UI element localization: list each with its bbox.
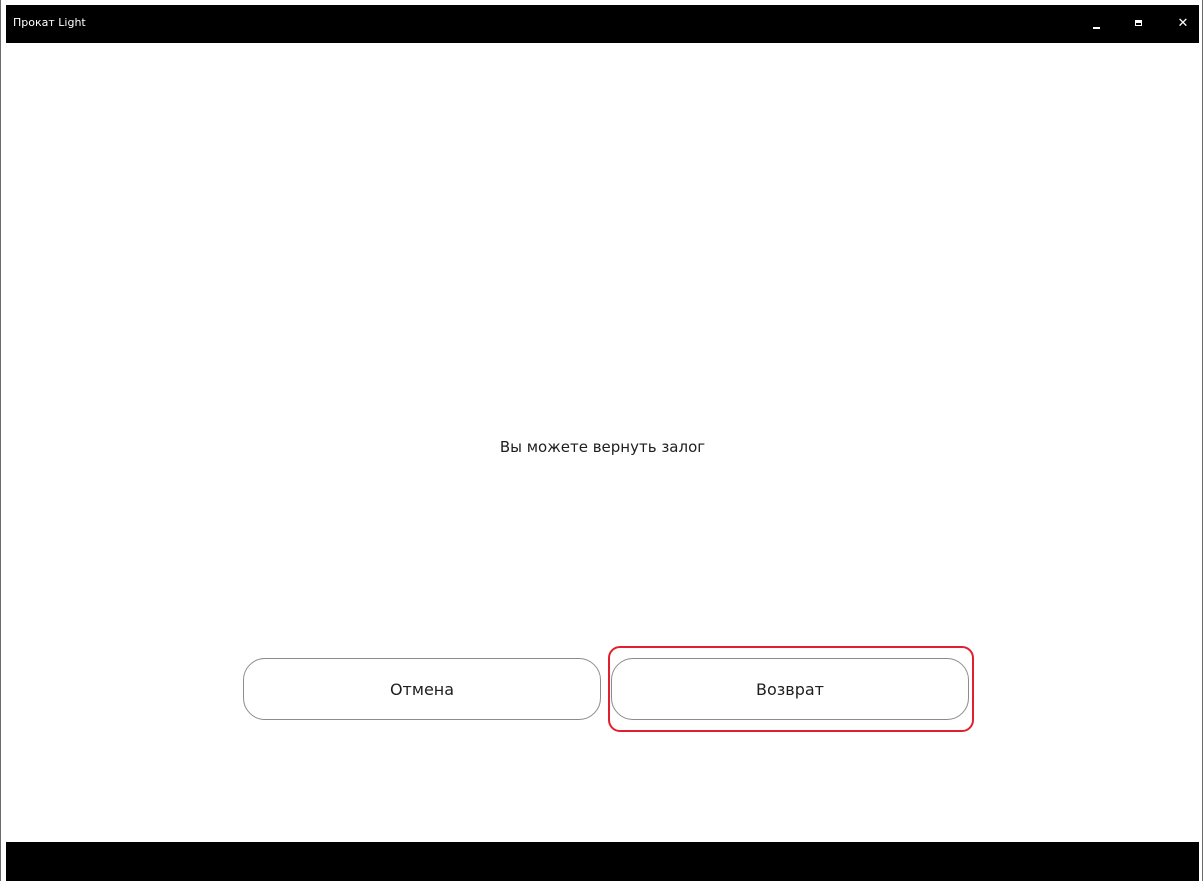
app-window: Прокат Light ✕ Вы можете вернуть залог О…: [0, 0, 1203, 881]
window-title: Прокат Light: [13, 16, 86, 29]
return-button-label: Возврат: [756, 679, 824, 699]
bottom-bar: [6, 842, 1199, 881]
close-button[interactable]: ✕: [1170, 13, 1196, 35]
maximize-icon: [1135, 20, 1142, 26]
minimize-button[interactable]: [1084, 13, 1110, 35]
maximize-button[interactable]: [1126, 13, 1152, 35]
return-button[interactable]: Возврат: [611, 658, 969, 720]
cancel-button[interactable]: Отмена: [243, 658, 601, 720]
minimize-icon: [1093, 27, 1100, 29]
close-icon: ✕: [1177, 16, 1189, 31]
dialog-content: Вы можете вернуть залог Отмена Возврат: [6, 43, 1199, 842]
title-bar[interactable]: Прокат Light ✕: [6, 5, 1199, 43]
cancel-button-label: Отмена: [389, 679, 455, 699]
info-message: Вы можете вернуть залог: [499, 438, 706, 456]
